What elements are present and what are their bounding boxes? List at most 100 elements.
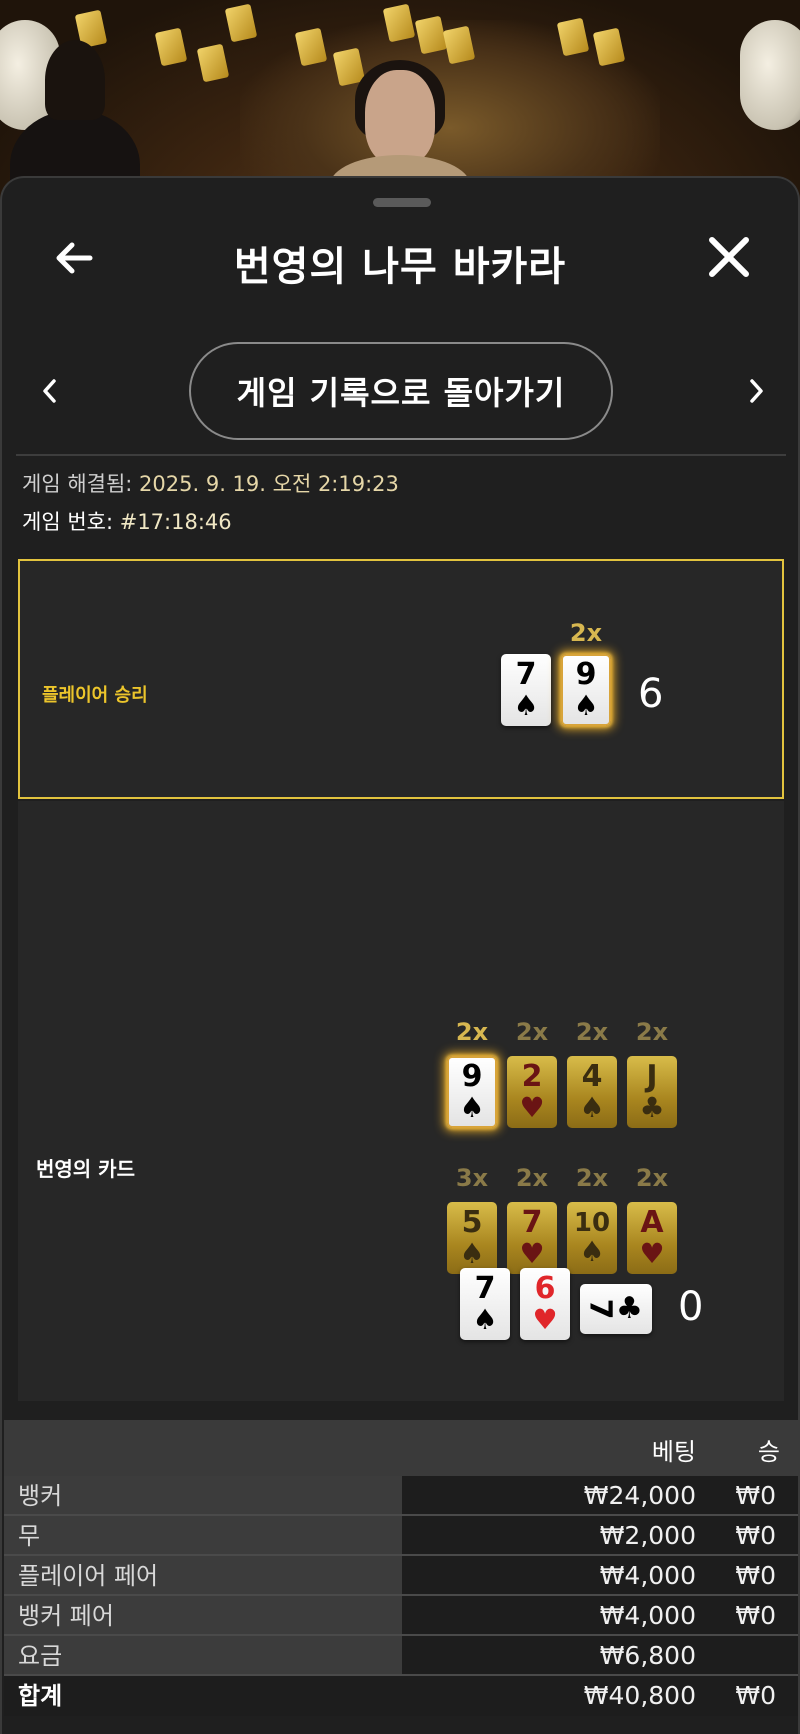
card-rank: A [640,1205,664,1240]
bet-values: ₩4,000 ₩0 [402,1556,798,1596]
banker-card-2: 6 ♥ [520,1268,570,1340]
col-win: 승 [757,1438,780,1466]
multiplier: 2x [455,1018,489,1046]
card-rank: 10 [573,1208,611,1238]
bet-name: 플레이어 페어 [4,1556,402,1596]
bet-values: ₩24,000 ₩0 [402,1476,798,1516]
banker-score: 0 [678,1284,704,1330]
divider [16,454,786,456]
win-amount: ₩0 [735,1481,776,1510]
card-suit: ♥ [639,1237,665,1270]
bet-amount: ₩4,000 [599,1561,696,1590]
dealer-left-head [45,40,105,120]
bet-values: ₩4,000 ₩0 [402,1596,798,1636]
card-suit: ♠ [579,1235,605,1268]
chevron-left-icon[interactable] [38,376,62,406]
prosperity-card: J ♣ [627,1056,677,1128]
live-video-backdrop [0,0,800,200]
total-label: 합계 [4,1676,402,1716]
multiplier: 2x [635,1164,669,1192]
card-rank: 9 [575,657,597,692]
cards-panel: 번영의 카드 2x 2x 2x 2x 9 ♠ 2 ♥ 4 ♠ J ♣ 3x 2x… [18,801,784,1485]
prosperity-card: 4 ♠ [567,1056,617,1128]
player-win-label: 플레이어 승리 [42,685,148,706]
table-row: 요금 ₩6,800 [4,1636,798,1676]
dealer-face [365,70,435,165]
game-number: 게임 번호: #17:18:46 [22,506,232,536]
card-rank: 2 [521,1059,543,1094]
prosperity-card: 5 ♠ [447,1202,497,1274]
prosperity-card: 2 ♥ [507,1056,557,1128]
game-history-sheet: 번영의 나무 바카라 게임 기록으로 돌아가기 게임 해결됨: 2025. 9.… [0,176,800,1734]
gold-leaf [196,43,230,83]
close-icon[interactable] [704,232,754,282]
card-rank: 6 [534,1271,556,1306]
win-amount: ₩0 [735,1601,776,1630]
bet-name: 요금 [4,1636,402,1676]
player-card-2: 9 ♠ [561,654,611,726]
card-rank: 9 [461,1059,483,1094]
total-bet: ₩40,800 [583,1681,696,1710]
multiplier: 2x [635,1018,669,1046]
bet-amount: ₩6,800 [599,1641,696,1670]
resolved-label: 게임 해결됨: [22,472,133,496]
multiplier: 2x [575,1018,609,1046]
multiplier: 3x [455,1164,489,1192]
card-suit: ♠ [579,1091,605,1124]
card-rank: 7 [582,1298,618,1320]
bet-name: 무 [4,1516,402,1556]
card-suit: ♠ [459,1091,485,1124]
gold-leaf [154,27,188,67]
win-amount: ₩0 [735,1561,776,1590]
table-row: 뱅커 ₩24,000 ₩0 [4,1476,798,1516]
card-rank: 7 [521,1205,543,1240]
player-card-1: 7 ♠ [501,654,551,726]
total-values: ₩40,800 ₩0 [402,1676,798,1716]
total-row: 합계 ₩40,800 ₩0 [4,1676,798,1716]
multiplier: 2x [515,1018,549,1046]
resolved-time: 게임 해결됨: 2025. 9. 19. 오전 2:19:23 [22,468,399,498]
banker-card-3: 7 ♣ [580,1284,652,1334]
gold-leaf [224,3,258,43]
banker-card-1: 7 ♠ [460,1268,510,1340]
page-title: 번영의 나무 바카라 [233,244,567,290]
card-suit: ♣ [639,1091,665,1124]
back-to-history-button[interactable]: 게임 기록으로 돌아가기 [189,342,613,440]
table-row: 뱅커 페어 ₩4,000 ₩0 [4,1596,798,1636]
prosperity-cards-label: 번영의 카드 [36,1157,135,1181]
chevron-right-icon[interactable] [744,376,768,406]
bets-table-header: 베팅 승 [4,1420,798,1476]
win-amount: ₩0 [735,1521,776,1550]
prosperity-card: A ♥ [627,1202,677,1274]
prosperity-card: 9 ♠ [447,1056,497,1128]
multiplier: 2x [575,1164,609,1192]
card-suit: ♠ [472,1303,498,1336]
card-suit: ♣ [615,1291,643,1326]
card-suit: ♥ [519,1091,545,1124]
card-rank: 7 [474,1271,496,1306]
card-suit: ♠ [573,689,599,722]
card-suit: ♠ [459,1237,485,1270]
bet-values: ₩6,800 [402,1636,798,1676]
bet-values: ₩2,000 ₩0 [402,1516,798,1556]
prosperity-card: 10 ♠ [567,1202,617,1274]
table-row: 플레이어 페어 ₩4,000 ₩0 [4,1556,798,1596]
card-rank: 5 [461,1205,483,1240]
bet-name: 뱅커 [4,1476,402,1516]
card-rank: 7 [515,657,537,692]
bet-name: 뱅커 페어 [4,1596,402,1636]
prosperity-card: 7 ♥ [507,1202,557,1274]
bet-amount: ₩24,000 [583,1481,696,1510]
total-win: ₩0 [735,1681,776,1710]
card-suit: ♥ [519,1237,545,1270]
bet-amount: ₩2,000 [599,1521,696,1550]
multiplier: 2x [515,1164,549,1192]
col-bet: 베팅 [651,1438,696,1466]
card-suit: ♥ [532,1303,558,1336]
card-rank: 4 [581,1059,603,1094]
player-score: 6 [638,671,664,717]
sheet-grabber[interactable] [373,198,431,207]
player-result-panel: 플레이어 승리 2x 7 ♠ 9 ♠ 6 [18,559,784,799]
bet-amount: ₩4,000 [599,1601,696,1630]
table-row: 무 ₩2,000 ₩0 [4,1516,798,1556]
